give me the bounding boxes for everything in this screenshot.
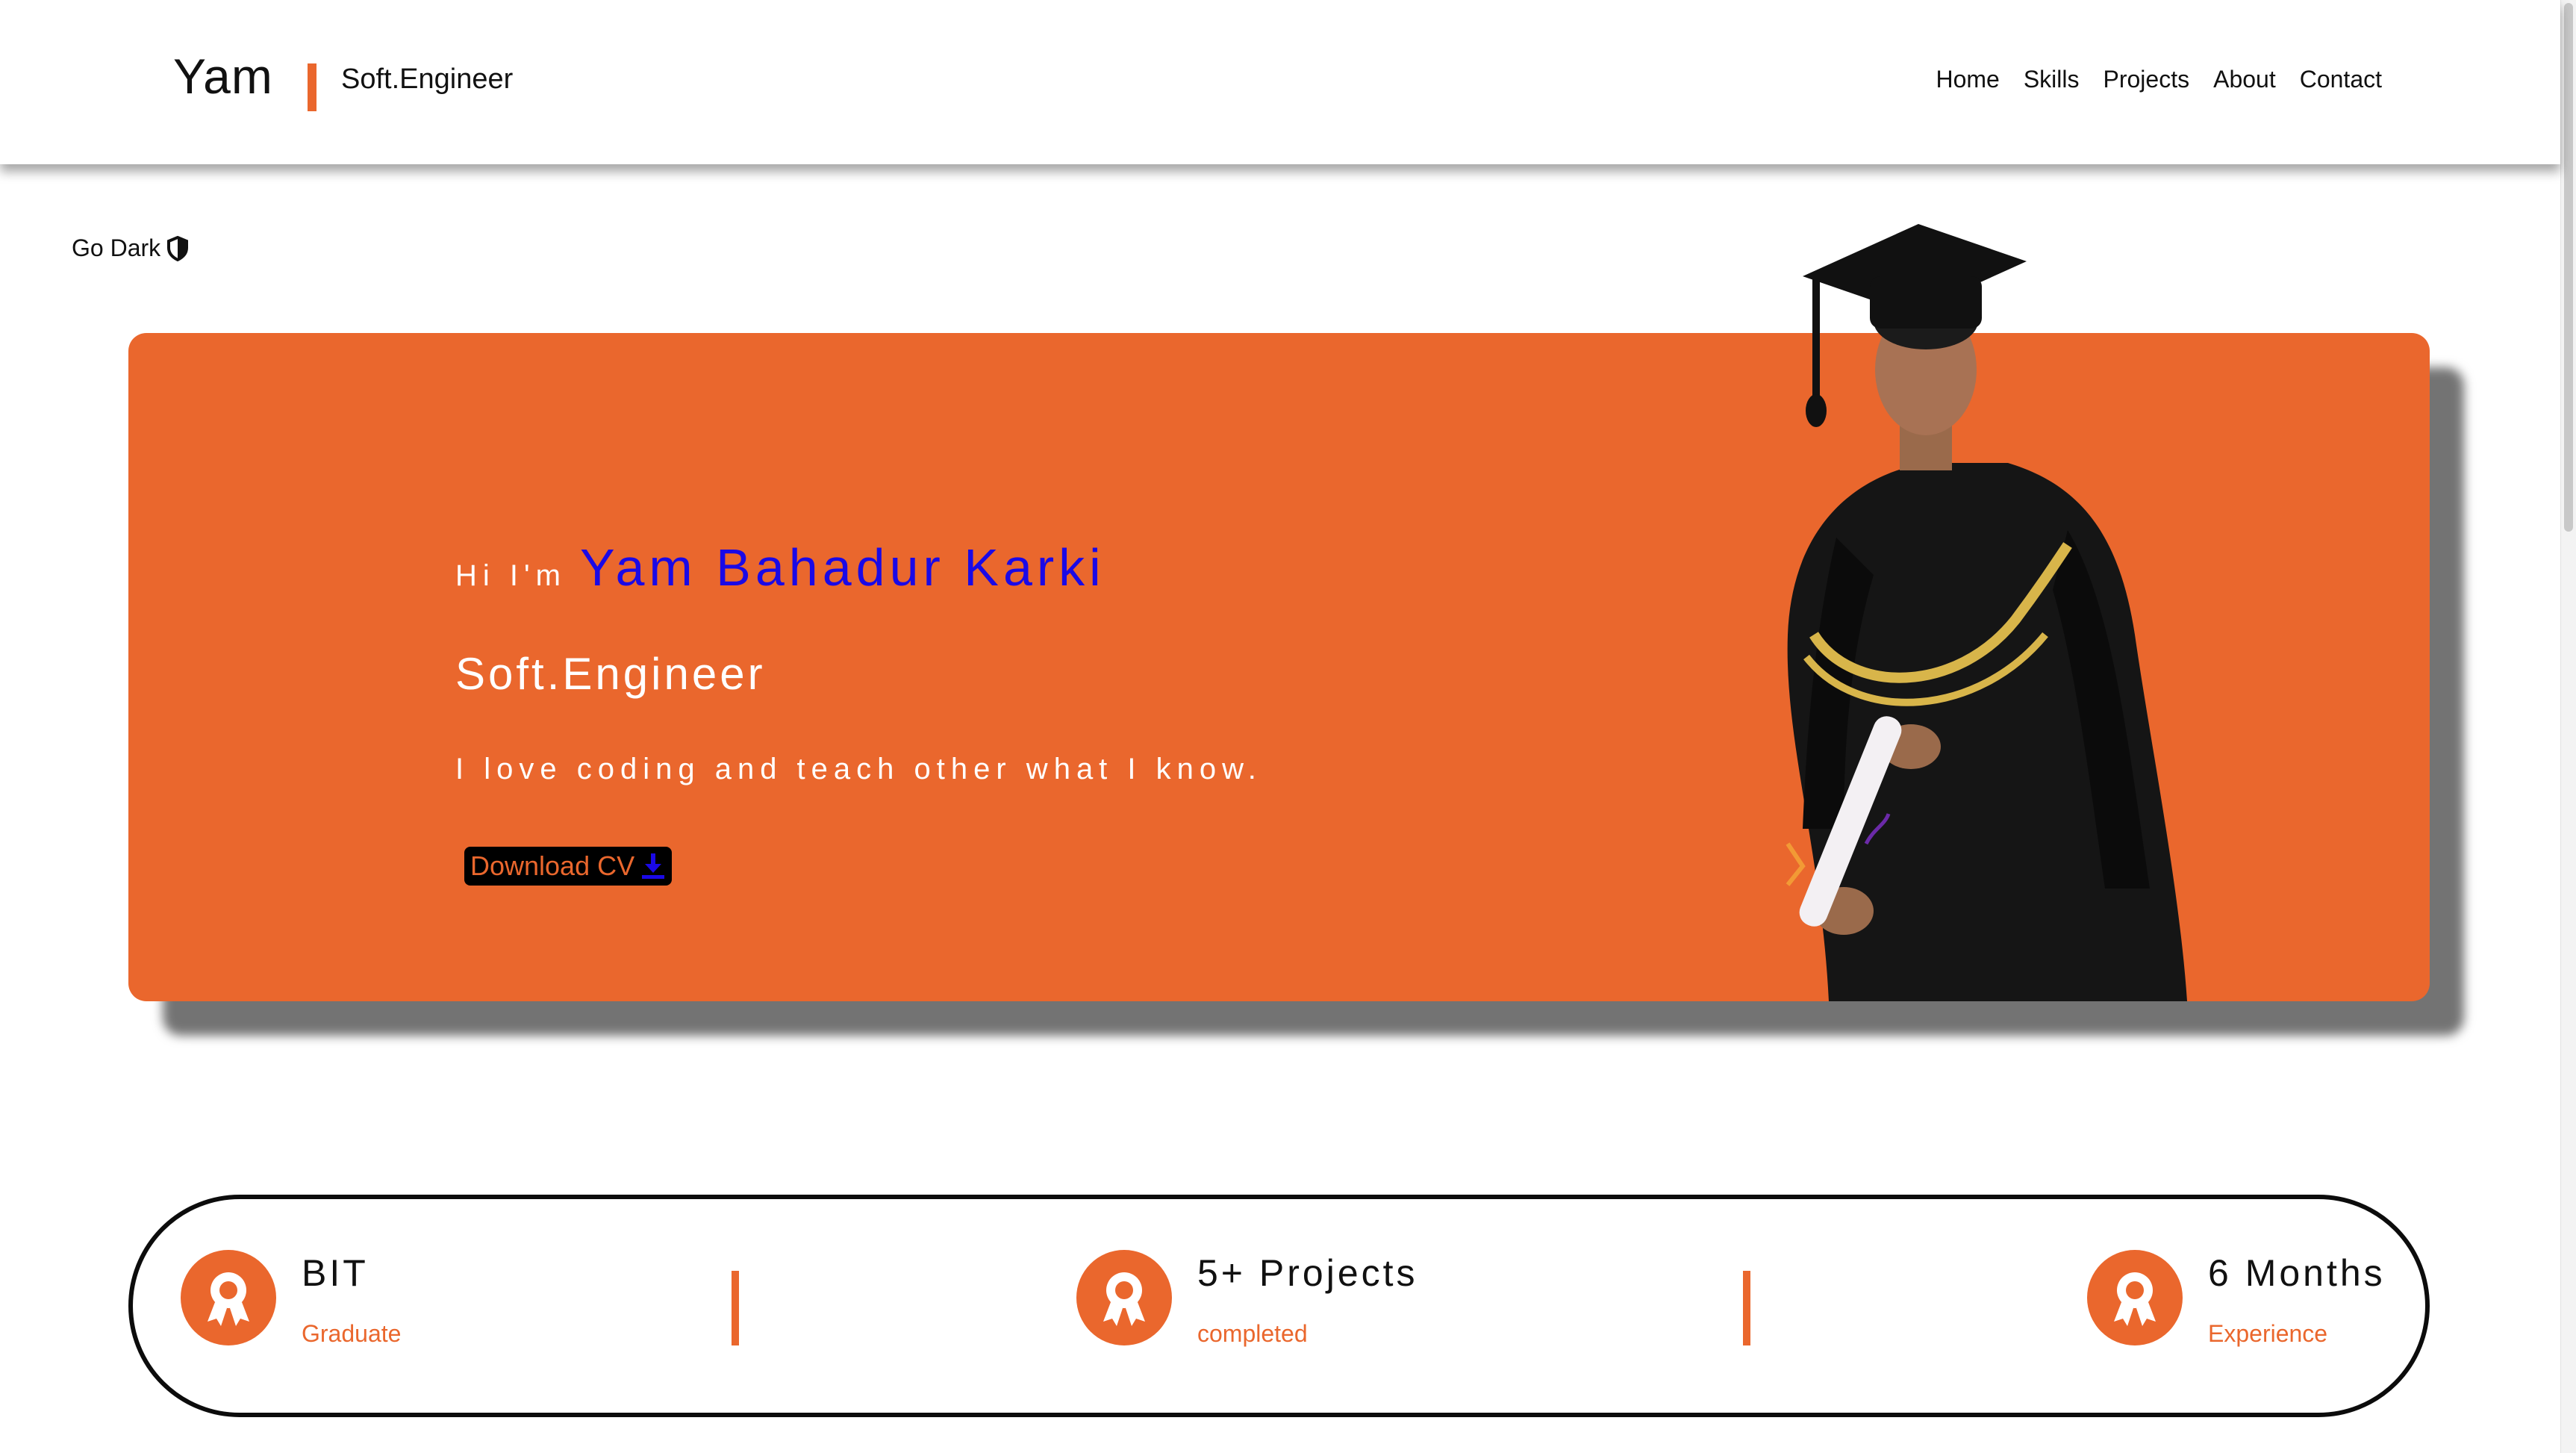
stats-bar: BIT Graduate 5+ Projects completed 6 Mon… — [128, 1195, 2430, 1417]
stat-title: 6 Months — [2208, 1252, 2386, 1294]
stat-subtitle: Experience — [2208, 1320, 2328, 1347]
graduate-portrait — [1786, 224, 2187, 1001]
stat-projects: 5+ Projects completed — [1076, 1250, 1418, 1348]
award-icon — [181, 1250, 276, 1345]
hero-tagline: I love coding and teach other what I kno… — [455, 753, 1262, 785]
theme-toggle-label: Go Dark — [72, 234, 161, 261]
nav-projects[interactable]: Projects — [2103, 66, 2190, 93]
site-header: Yam Soft.Engineer Home Skills Projects A… — [0, 0, 2560, 164]
download-cv-button[interactable]: Download CV — [464, 847, 673, 886]
nav-home[interactable]: Home — [1936, 66, 1999, 93]
half-shield-icon — [167, 235, 189, 261]
stat-subtitle: Graduate — [302, 1320, 402, 1347]
stat-experience: 6 Months Experience — [2087, 1250, 2386, 1348]
site-subtitle: Soft.Engineer — [341, 63, 514, 95]
scrollbar-thumb[interactable] — [2564, 3, 2573, 532]
stats-divider — [732, 1271, 739, 1345]
stat-title: BIT — [302, 1252, 369, 1294]
download-cv-label: Download CV — [470, 850, 635, 881]
main-nav: Home Skills Projects About Contact — [1936, 66, 2382, 93]
hero-greeting: Hi I'm Yam Bahadur Karki — [455, 538, 1105, 597]
site-logo[interactable]: Yam — [173, 48, 273, 105]
stat-degree: BIT Graduate — [181, 1250, 401, 1348]
hero-name: Yam Bahadur Karki — [579, 538, 1105, 597]
award-icon — [2087, 1250, 2183, 1345]
theme-toggle[interactable]: Go Dark — [72, 234, 189, 262]
nav-about[interactable]: About — [2213, 66, 2276, 93]
stat-title: 5+ Projects — [1197, 1252, 1418, 1294]
stat-subtitle: completed — [1197, 1320, 1308, 1347]
nav-skills[interactable]: Skills — [2024, 66, 2080, 93]
nav-contact[interactable]: Contact — [2300, 66, 2382, 93]
logo-divider — [308, 63, 316, 111]
award-icon — [1076, 1250, 1172, 1345]
download-icon — [642, 853, 665, 879]
page-scrollbar[interactable] — [2560, 0, 2576, 1453]
stats-divider — [1743, 1271, 1750, 1345]
greeting-text: Hi I'm — [455, 559, 567, 592]
hero-role: Soft.Engineer — [455, 649, 766, 699]
